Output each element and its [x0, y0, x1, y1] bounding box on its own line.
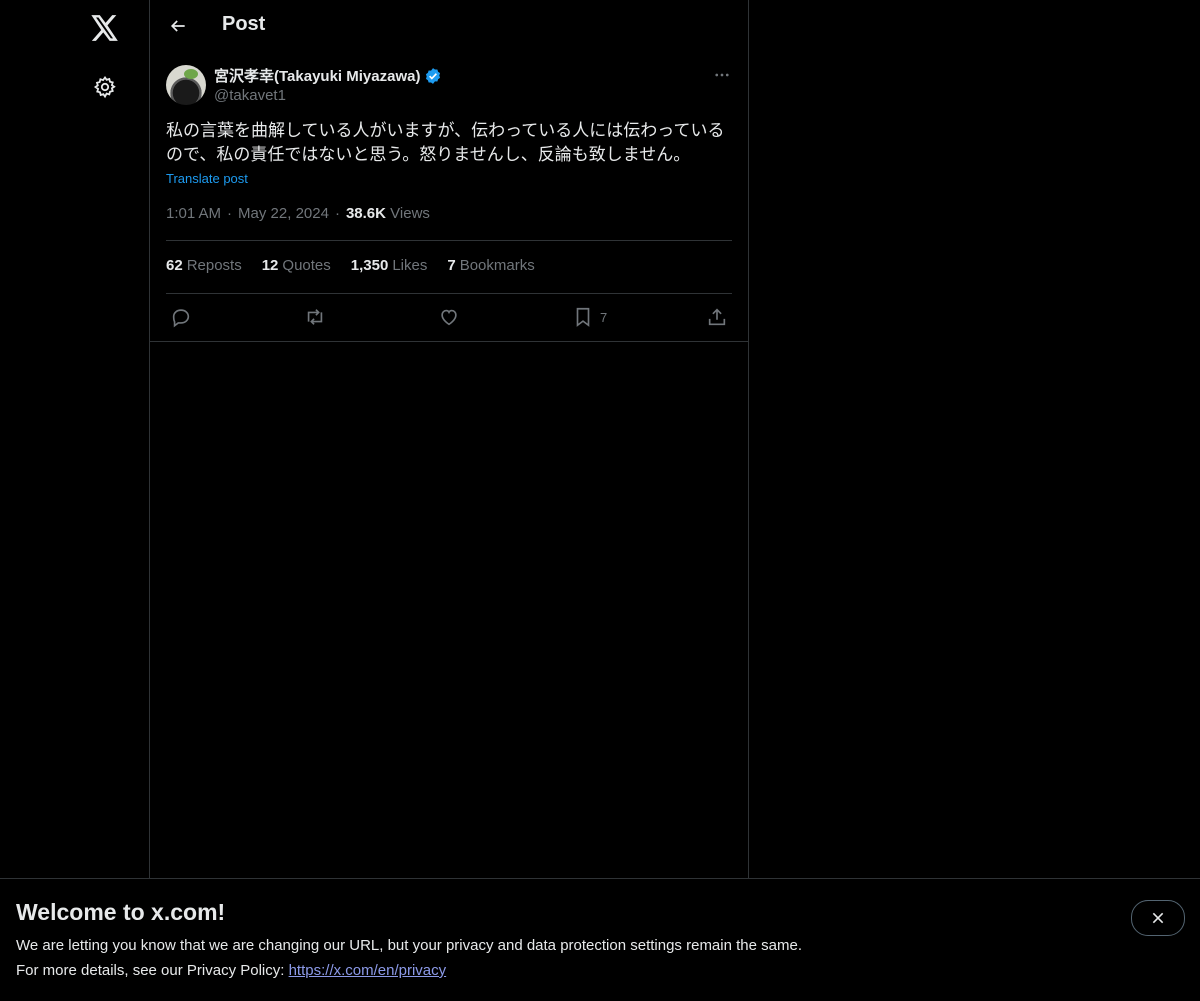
author-display-name[interactable]: 宮沢孝幸(Takayuki Miyazawa) — [214, 65, 420, 86]
left-nav — [0, 0, 149, 1000]
verified-badge-icon[interactable] — [424, 67, 442, 85]
post-time[interactable]: 1:01 AM — [166, 205, 221, 222]
bookmark-button[interactable]: 7 — [572, 303, 607, 331]
banner-message: We are letting you know that we are chan… — [16, 937, 802, 954]
divider — [166, 240, 732, 241]
share-button[interactable] — [706, 303, 728, 331]
reply-button[interactable] — [170, 303, 192, 331]
separator-dot: · — [334, 205, 340, 222]
reposts-count: 62 — [166, 257, 183, 274]
post-actions: 7 — [166, 303, 732, 331]
likes-stat[interactable]: 1,350 Likes — [351, 257, 428, 274]
bookmarks-stat[interactable]: 7 Bookmarks — [447, 257, 534, 274]
views-stat: 38.6K Views — [346, 205, 430, 222]
quotes-stat[interactable]: 12 Quotes — [262, 257, 331, 274]
avatar[interactable] — [166, 65, 206, 105]
post-date[interactable]: May 22, 2024 — [238, 205, 329, 222]
author-name-row: 宮沢孝幸(Takayuki Miyazawa) — [214, 65, 442, 86]
author-handle[interactable]: @takavet1 — [214, 87, 286, 104]
separator-dot: · — [227, 205, 233, 222]
bookmarks-count: 7 — [447, 257, 456, 274]
translate-post-link[interactable]: Translate post — [166, 171, 248, 186]
close-icon — [1152, 912, 1164, 924]
share-icon — [708, 308, 726, 326]
banner-privacy-prefix: For more details, see our Privacy Policy… — [16, 962, 289, 979]
more-options-button[interactable] — [710, 63, 734, 87]
divider — [166, 293, 732, 294]
banner-title: Welcome to x.com! — [16, 899, 226, 925]
views-count: 38.6K — [345, 205, 386, 222]
like-button[interactable] — [438, 303, 460, 331]
repost-button[interactable] — [304, 303, 326, 331]
repost-icon — [307, 309, 323, 325]
more-horizontal-icon — [715, 73, 729, 77]
reply-icon — [172, 309, 190, 328]
views-label: Views — [390, 205, 430, 222]
post: 宮沢孝幸(Takayuki Miyazawa) @takavet1 私の言葉を曲… — [150, 53, 748, 342]
post-text-line: 私の言葉を曲解している人がいますが、伝わっている人には伝わっている — [166, 121, 725, 140]
quotes-count: 12 — [261, 257, 279, 274]
bookmark-count: 7 — [600, 309, 608, 325]
arrow-left-icon — [170, 20, 185, 32]
post-text: 私の言葉を曲解している人がいますが、伝わっている人には伝わっている ので、私の責… — [166, 119, 732, 167]
likes-label: Likes — [392, 257, 428, 274]
banner-privacy-line: For more details, see our Privacy Policy… — [16, 962, 446, 979]
likes-count: 1,350 — [350, 257, 389, 274]
quotes-label: Quotes — [282, 257, 331, 274]
post-metadata: 1:01 AM · May 22, 2024 · 38.6K Views — [166, 205, 430, 222]
page-title: Post — [222, 13, 266, 35]
engagement-stats: 62 Reposts 12 Quotes 1,350 Likes 7 Bookmarks — [166, 257, 535, 274]
banner-close-button[interactable] — [1131, 900, 1185, 936]
primary-column: Post 宮沢孝幸(Takayuki Miyazawa) @takavet1 私… — [149, 0, 749, 1000]
url-change-banner: Welcome to x.com! We are letting you kno… — [0, 878, 1200, 1001]
reposts-stat[interactable]: 62 Reposts — [166, 257, 242, 274]
reposts-label: Reposts — [186, 257, 242, 274]
x-logo-icon[interactable] — [85, 8, 125, 48]
page-header: Post — [150, 0, 748, 53]
heart-icon — [441, 309, 457, 326]
gear-icon[interactable] — [85, 67, 125, 107]
bookmarks-label: Bookmarks — [459, 257, 535, 274]
post-text-line: ので、私の責任ではないと思う。怒りませんし、反論も致しません。 — [166, 145, 691, 164]
bookmark-icon — [576, 307, 590, 327]
privacy-policy-link[interactable]: https://x.com/en/privacy — [289, 962, 447, 979]
back-button[interactable] — [162, 10, 194, 42]
